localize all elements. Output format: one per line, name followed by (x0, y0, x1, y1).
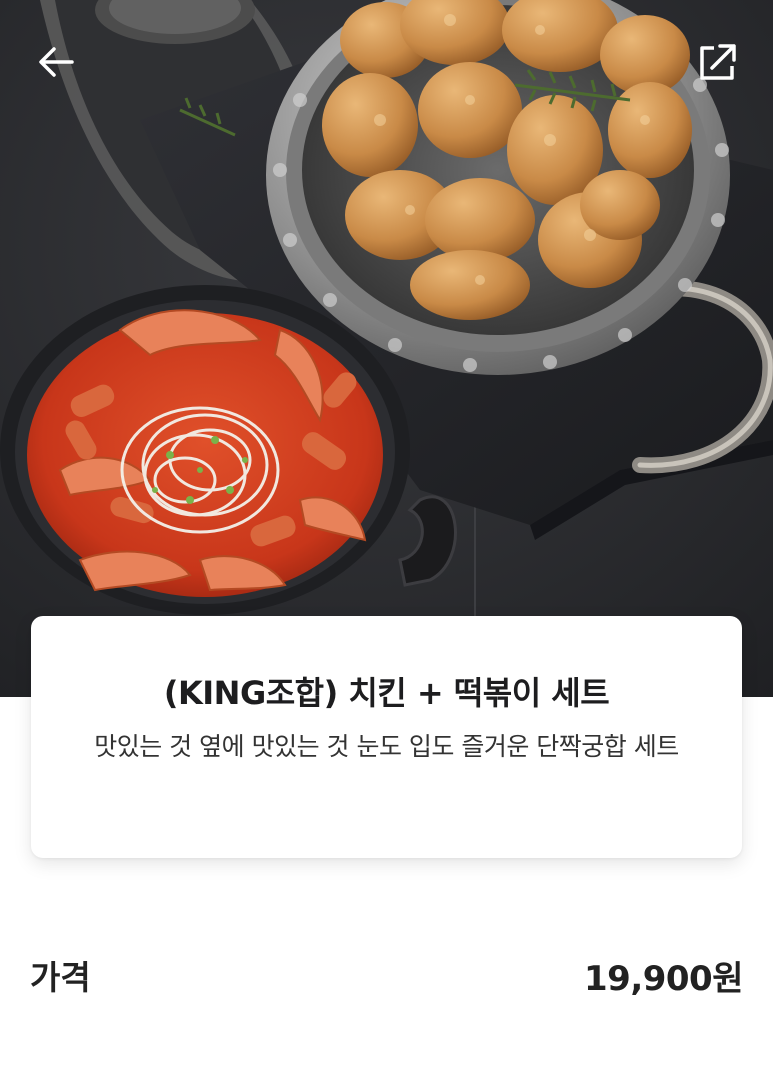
back-button[interactable] (34, 40, 78, 84)
product-title: (KING조합) 치킨 + 떡볶이 세트 (163, 674, 610, 712)
share-button[interactable] (696, 40, 740, 84)
price-row: 가격 19,900원 (30, 950, 743, 1000)
product-hero-image (0, 0, 773, 697)
price-label: 가격 (30, 958, 91, 997)
price-value: 19,900원 (584, 958, 743, 999)
product-info-card: (KING조합) 치킨 + 떡볶이 세트 맛있는 것 옆에 맛있는 것 눈도 입… (31, 616, 742, 858)
product-description: 맛있는 것 옆에 맛있는 것 눈도 입도 즐거운 단짝궁합 세트 (94, 732, 679, 761)
share-external-icon (700, 44, 736, 80)
arrow-left-icon (39, 47, 74, 77)
